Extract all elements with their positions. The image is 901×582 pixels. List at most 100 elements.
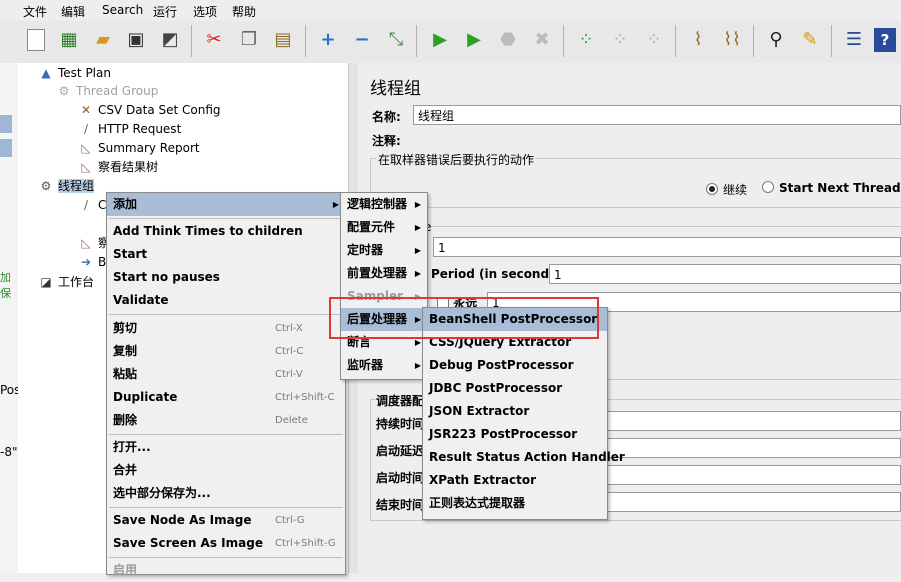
menu-item-start-no-pauses[interactable]: Start no pauses bbox=[107, 266, 345, 289]
paste-icon[interactable]: ▤ bbox=[269, 26, 297, 54]
background-window-strip: 加保 Pos -8" bbox=[0, 63, 20, 573]
chart-icon: ◺ bbox=[81, 236, 91, 250]
tree-node-thread-group-disabled[interactable]: ⚙ Thread Group bbox=[56, 82, 159, 100]
tree-node-result-tree[interactable]: ◺ 察看结果树 bbox=[78, 158, 158, 176]
submenu-arrow-icon: ▶ bbox=[414, 200, 421, 209]
menu-file[interactable]: 文件 bbox=[23, 3, 47, 20]
ramp-up-field[interactable]: 1 bbox=[549, 264, 901, 284]
expand-icon[interactable]: + bbox=[314, 26, 342, 54]
submenu-item-timer[interactable]: 定时器 ▶ bbox=[341, 239, 427, 262]
background-text: -8" bbox=[0, 445, 18, 459]
tree-node-thread-group[interactable]: ⚙ 线程组 bbox=[38, 177, 95, 195]
workbench-icon: ◪ bbox=[40, 275, 52, 289]
post-item[interactable]: 正则表达式提取器 bbox=[423, 492, 607, 515]
menu-item-save-selection[interactable]: 选中部分保存为... bbox=[107, 482, 345, 505]
help-icon[interactable]: ? bbox=[874, 28, 896, 52]
post-item[interactable]: JSR223 PostProcessor bbox=[423, 423, 607, 446]
function-helper-icon[interactable]: ☰ bbox=[840, 26, 868, 54]
scheduler-title: 调度器配 bbox=[376, 392, 425, 409]
new-icon[interactable] bbox=[27, 29, 45, 51]
menu-item-paste[interactable]: 粘贴 Ctrl-V bbox=[107, 363, 345, 386]
cut-icon[interactable]: ✂ bbox=[200, 26, 228, 54]
menu-item-copy[interactable]: 复制 Ctrl-C bbox=[107, 340, 345, 363]
toggle-icon[interactable]: ⤡ bbox=[382, 26, 410, 54]
collapse-icon[interactable]: − bbox=[348, 26, 376, 54]
tree-node-test-plan[interactable]: ▲ Test Plan bbox=[38, 64, 111, 82]
tree-node-http[interactable]: ∕ HTTP Request bbox=[78, 120, 181, 138]
remote-shutdown-icon[interactable]: ⁘ bbox=[640, 26, 668, 54]
menu-item-add[interactable]: 添加 ▶ bbox=[107, 193, 345, 216]
menu-help[interactable]: 帮助 bbox=[232, 3, 256, 20]
post-item[interactable]: Debug PostProcessor bbox=[423, 354, 607, 377]
submenu-arrow-icon: ▶ bbox=[414, 223, 421, 232]
add-submenu: 逻辑控制器 ▶ 配置元件 ▶ 定时器 ▶ 前置处理器 ▶ Sampler ▶ 后置处理器 ▶… bbox=[340, 192, 428, 380]
delay-label: 启动延迟 bbox=[376, 444, 425, 458]
shutdown-icon[interactable]: ✖ bbox=[528, 26, 556, 54]
tree-node-workbench[interactable]: ◪ 工作台 bbox=[38, 273, 94, 291]
post-item[interactable]: JSON Extractor bbox=[423, 400, 607, 423]
menu-item-merge[interactable]: 合并 bbox=[107, 459, 345, 482]
post-item[interactable]: Result Status Action Handler bbox=[423, 446, 625, 469]
menu-item-start[interactable]: Start bbox=[107, 243, 345, 266]
templates-icon[interactable]: ▦ bbox=[55, 26, 83, 54]
arrow-icon: ➔ bbox=[80, 255, 92, 269]
name-field[interactable]: 线程组 bbox=[413, 105, 901, 125]
menu-options[interactable]: 选项 bbox=[193, 3, 217, 20]
menu-separator bbox=[109, 434, 343, 435]
tree-node-child[interactable]: ➔ B bbox=[78, 253, 106, 271]
menu-item-open[interactable]: 打开... bbox=[107, 436, 345, 459]
tree-node-child[interactable]: ∕ C bbox=[78, 196, 106, 214]
submenu-arrow-icon: ▶ bbox=[332, 200, 339, 209]
background-tab bbox=[0, 115, 12, 133]
save-as-icon[interactable]: ◩ bbox=[156, 26, 184, 54]
context-menu: 添加 ▶ Add Think Times to children Start St… bbox=[106, 192, 346, 577]
menu-separator bbox=[109, 507, 343, 508]
menu-run[interactable]: 运行 bbox=[153, 3, 177, 20]
menu-item-delete[interactable]: 删除 Delete bbox=[107, 409, 345, 432]
open-icon[interactable]: ▰ bbox=[89, 26, 117, 54]
menu-item-duplicate[interactable]: Duplicate Ctrl+Shift-C bbox=[107, 386, 345, 409]
name-label: 名称: bbox=[372, 110, 401, 124]
menu-item-validate[interactable]: Validate bbox=[107, 289, 345, 312]
submenu-arrow-icon: ▶ bbox=[414, 269, 421, 278]
start-icon[interactable]: ▶ bbox=[426, 26, 454, 54]
stop-icon[interactable]: ⬣ bbox=[494, 26, 522, 54]
post-item[interactable]: JDBC PostProcessor bbox=[423, 377, 607, 400]
submenu-item-pre[interactable]: 前置处理器 ▶ bbox=[341, 262, 427, 285]
submenu-item-logic[interactable]: 逻辑控制器 ▶ bbox=[341, 193, 427, 216]
submenu-item-listener[interactable]: 监听器 ▶ bbox=[341, 354, 427, 377]
post-item[interactable]: XPath Extractor bbox=[423, 469, 607, 492]
search-icon[interactable]: ⚲ bbox=[762, 26, 790, 54]
remote-stop-icon[interactable]: ⁘ bbox=[606, 26, 634, 54]
radio-selected-icon bbox=[706, 183, 718, 195]
submenu-arrow-icon: ▶ bbox=[414, 361, 421, 370]
copy-icon[interactable]: ❐ bbox=[235, 26, 263, 54]
radio-icon bbox=[762, 181, 774, 193]
tree-node-csv[interactable]: ✕ CSV Data Set Config bbox=[78, 101, 221, 119]
menu-bar: 文件 编辑 Search 运行 选项 帮助 bbox=[0, 0, 901, 22]
radio-continue[interactable]: 继续 bbox=[706, 181, 747, 198]
start-no-pause-icon[interactable]: ▶ bbox=[460, 26, 488, 54]
wrench-icon: ✕ bbox=[80, 103, 92, 117]
tree-node-summary[interactable]: ◺ Summary Report bbox=[78, 139, 199, 157]
menu-edit[interactable]: 编辑 bbox=[61, 3, 85, 20]
start-time-label: 启动时间 bbox=[376, 471, 425, 485]
threads-field[interactable]: 1 bbox=[433, 237, 901, 257]
menu-item-think-times[interactable]: Add Think Times to children bbox=[107, 220, 345, 243]
duration-label: 持续时间 bbox=[376, 417, 425, 431]
chart-icon: ◺ bbox=[81, 141, 91, 155]
menu-item-cut[interactable]: 剪切 Ctrl-X bbox=[107, 317, 345, 340]
reset-search-icon[interactable]: ✎ bbox=[796, 26, 824, 54]
pipette-icon: ∕ bbox=[83, 122, 89, 136]
menu-item-save-screen-image[interactable]: Save Screen As Image Ctrl+Shift-G bbox=[107, 532, 345, 555]
save-icon[interactable]: ▣ bbox=[122, 26, 150, 54]
radio-next-loop[interactable]: Start Next Thread Loop bbox=[762, 181, 901, 195]
menu-separator bbox=[109, 218, 343, 219]
submenu-item-config[interactable]: 配置元件 ▶ bbox=[341, 216, 427, 239]
remote-start-icon[interactable]: ⁘ bbox=[572, 26, 600, 54]
clear-icon[interactable]: ⌇ bbox=[684, 26, 712, 54]
menu-item-save-node-image[interactable]: Save Node As Image Ctrl-G bbox=[107, 509, 345, 532]
menu-search[interactable]: Search bbox=[102, 3, 143, 17]
menu-item-enable[interactable]: 启用 bbox=[107, 559, 345, 582]
clear-all-icon[interactable]: ⌇⌇ bbox=[718, 26, 746, 54]
